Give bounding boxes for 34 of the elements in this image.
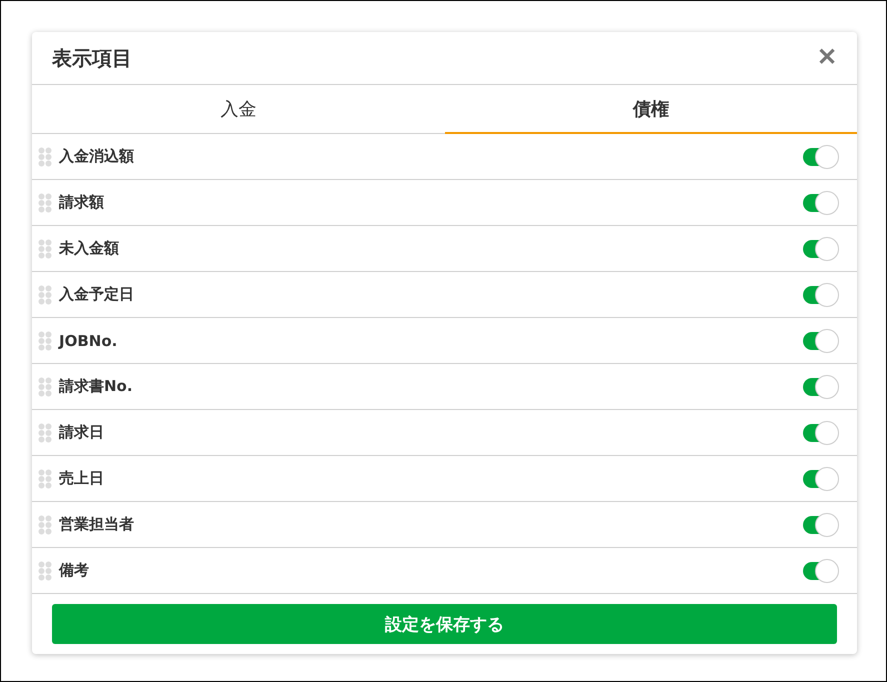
toggle-switch[interactable] bbox=[803, 420, 839, 444]
drag-handle-icon[interactable] bbox=[38, 560, 52, 580]
column-label: 未入金額 bbox=[59, 239, 120, 258]
drag-handle-icon[interactable] bbox=[38, 468, 52, 488]
column-label: 売上日 bbox=[59, 469, 105, 488]
column-label: 請求書No. bbox=[59, 377, 134, 396]
column-label: 営業担当者 bbox=[59, 515, 135, 534]
toggle-switch[interactable] bbox=[803, 512, 839, 536]
drag-handle-icon[interactable] bbox=[38, 146, 52, 166]
drag-handle-icon[interactable] bbox=[38, 422, 52, 442]
toggle-switch[interactable] bbox=[803, 282, 839, 306]
drag-handle-icon[interactable] bbox=[38, 514, 52, 534]
drag-handle-icon[interactable] bbox=[38, 284, 52, 304]
column-label: 入金消込額 bbox=[59, 147, 135, 166]
toggle-switch[interactable] bbox=[803, 190, 839, 214]
column-label: 備考 bbox=[59, 561, 90, 580]
drag-handle-icon[interactable] bbox=[38, 376, 52, 396]
drag-handle-icon[interactable] bbox=[38, 192, 52, 212]
column-label: 請求日 bbox=[59, 423, 105, 442]
toggle-switch[interactable] bbox=[803, 328, 839, 352]
column-label: 請求額 bbox=[59, 193, 105, 212]
column-label: JOBNo. bbox=[59, 332, 118, 350]
toggle-switch[interactable] bbox=[803, 558, 839, 582]
toggle-switch[interactable] bbox=[803, 374, 839, 398]
column-label: 入金予定日 bbox=[59, 285, 135, 304]
drag-handle-icon[interactable] bbox=[38, 330, 52, 350]
toggle-switch[interactable] bbox=[803, 144, 839, 168]
toggle-switch[interactable] bbox=[803, 236, 839, 260]
close-button[interactable]: ✕ bbox=[817, 46, 837, 70]
tab[interactable]: 債権 bbox=[444, 85, 857, 134]
drag-handle-icon[interactable] bbox=[38, 238, 52, 258]
dialog-title: 表示項目 bbox=[52, 44, 132, 72]
tab[interactable]: 入金 bbox=[32, 85, 444, 134]
toggle-switch[interactable] bbox=[803, 466, 839, 490]
